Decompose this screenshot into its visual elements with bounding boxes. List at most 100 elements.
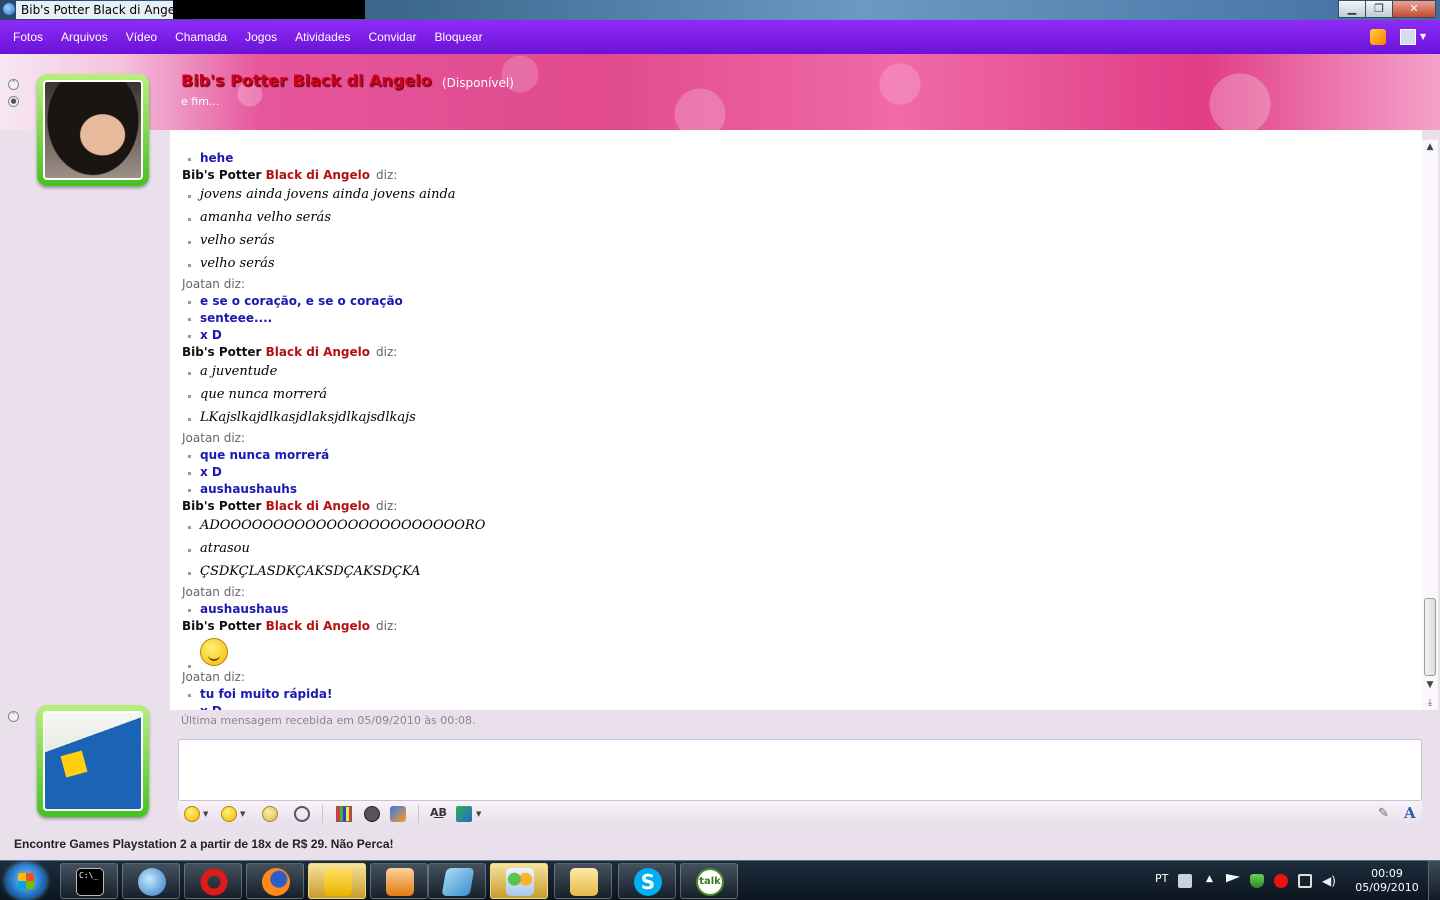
taskbar-app-explorer[interactable] [554, 863, 612, 899]
messenger-app-icon [2, 2, 16, 16]
color-icon[interactable] [456, 806, 472, 822]
antivirus-icon[interactable] [1274, 874, 1288, 888]
menu-arquivos[interactable]: Arquivos [52, 20, 117, 54]
text-format-icon[interactable]: A [1404, 804, 1420, 822]
contact-card-icon[interactable]: ● [8, 96, 19, 107]
avatar-logo-shape [60, 750, 88, 778]
action-center-flag-icon[interactable] [1226, 874, 1240, 883]
chevron-down-icon[interactable]: ▼ [203, 810, 208, 818]
message-input[interactable] [178, 739, 1422, 801]
voice-clip-icon[interactable] [262, 806, 278, 822]
maximize-button[interactable]: ❐ [1365, 0, 1393, 18]
font-icon[interactable]: A͟B [430, 806, 447, 822]
last-message-received: Última mensagem recebida em 05/09/2010 à… [181, 714, 476, 727]
message-item: e se o coração, e se o coração [182, 293, 1412, 310]
show-menu-icon[interactable] [1400, 29, 1416, 45]
wink-icon[interactable] [221, 806, 237, 822]
minimize-button[interactable]: ▁ [1338, 0, 1366, 18]
menu-fotos[interactable]: Fotos [4, 20, 52, 54]
advertisement-link[interactable]: Encontre Games Playstation 2 a partir de… [14, 837, 394, 851]
firefox-icon [262, 868, 290, 896]
message-item: aushaushauhs [182, 481, 1412, 498]
message-item: LKajslkajdlkasjdlaksjdlkajsdlkajs [182, 407, 1412, 430]
chevron-down-icon[interactable]: ▼ [1420, 32, 1426, 41]
sender-header: Joatan diz: [182, 430, 1412, 447]
taskbar-app-gtalk[interactable]: talk [680, 863, 738, 899]
title-bar-redacted-area [173, 0, 365, 19]
taskbar-app-opera[interactable] [184, 863, 242, 899]
menu-convidar[interactable]: Convidar [360, 20, 426, 54]
sender-header: Joatan diz: [182, 584, 1412, 601]
sender-header: Bib's Potter Black di Angelo diz: [182, 618, 1412, 635]
title-bar: Bib's Potter Black di Angelo ▁ ❐ ✕ [0, 0, 1440, 20]
sender-says: diz: [376, 168, 398, 182]
background-icon[interactable] [336, 806, 352, 822]
start-button[interactable] [6, 863, 46, 899]
menu-chamada[interactable]: Chamada [166, 20, 236, 54]
message-item: senteee.... [182, 310, 1412, 327]
emoticon-icon[interactable] [184, 806, 200, 822]
nudge-icon[interactable] [294, 806, 310, 822]
sender-name: Bib's Potter [182, 345, 266, 359]
message-item: a juventude [182, 361, 1412, 384]
menu-jogos[interactable]: Jogos [236, 20, 286, 54]
security-shield-icon[interactable] [1250, 874, 1264, 888]
menu-video[interactable]: Vídeo [117, 20, 166, 54]
keyboard-icon[interactable] [1178, 874, 1192, 888]
taskbar-app-media[interactable] [370, 863, 428, 899]
google-talk-icon: talk [696, 868, 724, 896]
cmd-icon: C:\_ [76, 868, 104, 896]
taskbar-app-contacts[interactable] [490, 863, 548, 899]
contact-personal-message: e fim... [181, 95, 220, 108]
pen-icon[interactable]: ✎ [1378, 806, 1394, 822]
messenger-icon [138, 868, 166, 896]
contact-status: (Disponível) [442, 76, 514, 90]
language-indicator[interactable]: PT [1155, 872, 1168, 885]
contact-display-name[interactable]: Bib's Potter Black di Angelo [181, 71, 432, 90]
messenger-logo-icon[interactable] [1370, 29, 1386, 45]
chevron-down-icon[interactable]: ▼ [476, 810, 481, 818]
message-item: velho serás [182, 230, 1412, 253]
taskbar-app-bird[interactable] [308, 863, 366, 899]
bird-icon [324, 868, 352, 896]
games-icon[interactable] [390, 806, 406, 822]
clipped-row [182, 142, 1412, 150]
taskbar-app-cmd[interactable]: C:\_ [60, 863, 118, 899]
skype-icon: S [634, 868, 662, 896]
contact-avatar[interactable] [37, 74, 149, 186]
collapse-icon[interactable]: ˄ [8, 79, 19, 90]
menu-atividades[interactable]: Atividades [286, 20, 359, 54]
scroll-thumb[interactable] [1424, 598, 1436, 676]
toolbar-separator [418, 805, 419, 823]
contacts-icon [506, 868, 534, 896]
taskbar-app-messenger[interactable] [122, 863, 180, 899]
message-item: que nunca morrerá [182, 384, 1412, 407]
self-avatar[interactable] [37, 705, 149, 817]
scroll-end-icon[interactable]: ⤓ [1422, 696, 1438, 710]
taskbar-clock[interactable]: 00:09 05/09/2010 [1352, 867, 1422, 895]
contact-banner: Bib's Potter Black di Angelo (Disponível… [0, 54, 1440, 130]
scroll-down-icon[interactable]: ▼ [1422, 678, 1438, 692]
message-item: atrasou [182, 538, 1412, 561]
sender-header: Bib's Potter Black di Angelo diz: [182, 167, 1412, 184]
conversation-scrollbar[interactable]: ▲ ▼ ⤓ [1422, 140, 1438, 710]
wink-animation-icon[interactable] [364, 806, 380, 822]
message-item: x D [182, 327, 1412, 344]
show-hidden-icons-icon[interactable]: ▲ [1206, 874, 1220, 888]
taskbar-app-notes[interactable] [428, 863, 486, 899]
taskbar-app-firefox[interactable] [246, 863, 304, 899]
show-desktop-button[interactable] [1428, 861, 1440, 900]
chevron-down-icon[interactable]: ▼ [240, 810, 245, 818]
close-button[interactable]: ✕ [1392, 0, 1436, 18]
conversation-history[interactable]: Joatan diz:heheBib's Potter Black di Ang… [170, 130, 1422, 710]
volume-icon[interactable]: ◀) [1322, 874, 1336, 888]
media-player-icon [386, 868, 414, 896]
message-item: amanha velho serás [182, 207, 1412, 230]
scroll-up-icon[interactable]: ▲ [1422, 140, 1438, 154]
windows-taskbar: C:\_ S talk PT ▲ ◀) 00:09 05/09/2010 [0, 860, 1440, 900]
expand-icon[interactable]: ˅ [8, 711, 19, 722]
menu-bloquear[interactable]: Bloquear [426, 20, 492, 54]
taskbar-app-skype[interactable]: S [618, 863, 676, 899]
sender-header: Bib's Potter Black di Angelo diz: [182, 498, 1412, 515]
network-icon[interactable] [1298, 874, 1312, 888]
